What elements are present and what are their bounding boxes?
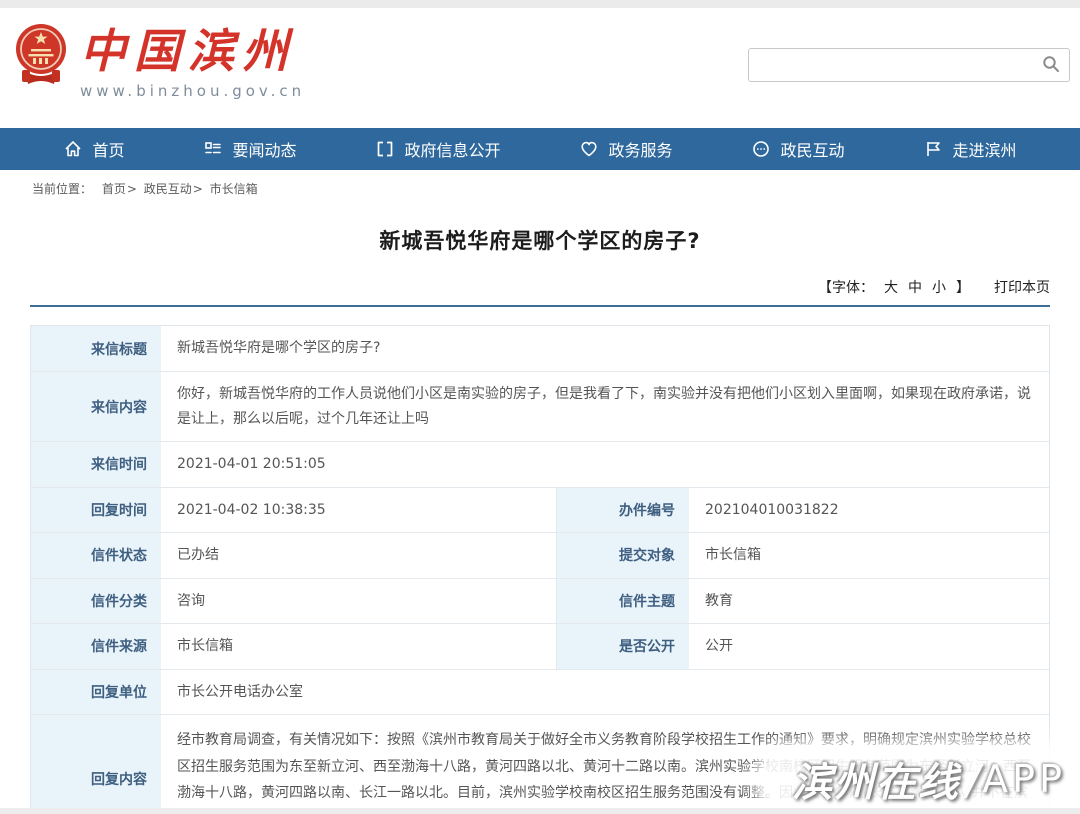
table-row-letter-content: 来信内容 你好，新城吾悦华府的工作人员说他们小区是南实验的房子，但是我看了下，南… (31, 372, 1049, 442)
search-input[interactable] (749, 49, 1033, 81)
breadcrumb: 当前位置： 首页> 政民互动> 市长信箱 (30, 170, 1050, 203)
nav-item-label: 政民互动 (780, 137, 844, 161)
breadcrumb-mayor-mailbox[interactable]: 市长信箱 (210, 182, 258, 196)
search-box (748, 48, 1070, 82)
info-book-icon (375, 139, 395, 159)
table-row-letter-time: 来信时间 2021-04-01 20:51:05 (31, 442, 1049, 488)
nav-item-label: 政府信息公开 (404, 137, 500, 161)
case-number-label: 办件编号 (556, 488, 689, 533)
letter-title-value: 新城吾悦华府是哪个学区的房子? (161, 326, 1049, 371)
binzhou-online-app-watermark: 滨州在线 / APP (762, 750, 1080, 808)
letter-source-value: 市长信箱 (161, 624, 556, 669)
letter-status-value: 已办结 (161, 533, 556, 578)
search-button[interactable] (1033, 49, 1069, 81)
site-url: www.binzhou.gov.cn (80, 82, 305, 100)
national-emblem-icon (12, 22, 70, 92)
font-bracket-open: 【字体： (818, 277, 874, 297)
letter-subject-label: 信件主题 (556, 579, 689, 624)
site-name: 中国滨州 (80, 22, 305, 80)
font-size-medium-button[interactable]: 中 (908, 277, 922, 297)
nav-item-label: 走进滨州 (952, 137, 1016, 161)
watermark-slash: / (966, 755, 980, 804)
font-controls: 【字体： 大 中 小 】 打印本页 (30, 277, 1050, 307)
letter-title-label: 来信标题 (31, 326, 161, 371)
page: 中国滨州 www.binzhou.gov.cn (0, 0, 1080, 814)
case-number-value: 202104010031822 (689, 488, 1049, 533)
breadcrumb-separator: > (127, 182, 137, 196)
is-public-value: 公开 (689, 624, 1049, 669)
logo-text: 中国滨州 www.binzhou.gov.cn (80, 22, 305, 100)
watermark-app-text: APP (982, 757, 1066, 801)
nav-item-label: 政务服务 (608, 137, 672, 161)
table-row-reply-time: 回复时间 2021-04-02 10:38:35 办件编号 2021040100… (31, 488, 1049, 534)
print-page-button[interactable]: 打印本页 (994, 277, 1050, 297)
table-row-reply-unit: 回复单位 市长公开电话办公室 (31, 670, 1049, 716)
letter-status-label: 信件状态 (31, 533, 161, 578)
font-size-large-button[interactable]: 大 (884, 277, 898, 297)
table-row-status: 信件状态 已办结 提交对象 市长信箱 (31, 533, 1049, 579)
nav-item-info-disclosure[interactable]: 政府信息公开 (365, 128, 510, 170)
page-title: 新城吾悦华府是哪个学区的房子? (30, 225, 1050, 255)
breadcrumb-prefix: 当前位置： (32, 182, 92, 196)
letter-source-label: 信件来源 (31, 624, 161, 669)
news-list-icon (203, 139, 223, 159)
main-nav: 首页 要闻动态 政府信息公开 (0, 128, 1080, 170)
letter-content-value: 你好，新城吾悦华府的工作人员说他们小区是南实验的房子，但是我看了下，南实验并没有… (161, 372, 1049, 441)
submit-target-label: 提交对象 (556, 533, 689, 578)
letter-time-value: 2021-04-01 20:51:05 (161, 442, 1049, 487)
watermark-chinese-text: 滨州在线 (792, 750, 960, 808)
reply-time-value: 2021-04-02 10:38:35 (161, 488, 556, 533)
letter-time-label: 来信时间 (31, 442, 161, 487)
heart-icon (579, 139, 599, 159)
is-public-label: 是否公开 (556, 624, 689, 669)
letter-subject-value: 教育 (689, 579, 1049, 624)
home-icon (63, 139, 83, 159)
letter-detail-table: 来信标题 新城吾悦华府是哪个学区的房子? 来信内容 你好，新城吾悦华府的工作人员… (30, 325, 1050, 814)
reply-time-label: 回复时间 (31, 488, 161, 533)
reply-unit-label: 回复单位 (31, 670, 161, 715)
site-header: 中国滨州 www.binzhou.gov.cn (0, 8, 1080, 128)
reply-unit-value: 市长公开电话办公室 (161, 670, 1049, 715)
nav-item-services[interactable]: 政务服务 (569, 128, 682, 170)
nav-item-news[interactable]: 要闻动态 (193, 128, 306, 170)
letter-category-value: 咨询 (161, 579, 556, 624)
nav-item-interaction[interactable]: 政民互动 (741, 128, 854, 170)
content-area: 当前位置： 首页> 政民互动> 市长信箱 新城吾悦华府是哪个学区的房子? 【字体… (0, 170, 1080, 814)
nav-item-home[interactable]: 首页 (53, 128, 134, 170)
table-row-source: 信件来源 市长信箱 是否公开 公开 (31, 624, 1049, 670)
breadcrumb-separator: > (193, 182, 203, 196)
breadcrumb-interaction[interactable]: 政民互动 (144, 182, 192, 196)
site-logo[interactable]: 中国滨州 www.binzhou.gov.cn (12, 22, 305, 100)
letter-category-label: 信件分类 (31, 579, 161, 624)
table-row-letter-title: 来信标题 新城吾悦华府是哪个学区的房子? (31, 326, 1049, 372)
nav-item-about-binzhou[interactable]: 走进滨州 (913, 128, 1026, 170)
table-row-category: 信件分类 咨询 信件主题 教育 (31, 579, 1049, 625)
top-strip (0, 0, 1080, 8)
font-size-small-button[interactable]: 小 (932, 277, 946, 297)
flag-icon (923, 139, 943, 159)
bottom-strip (0, 808, 1080, 814)
submit-target-value: 市长信箱 (689, 533, 1049, 578)
nav-item-label: 要闻动态 (232, 137, 296, 161)
reply-content-label: 回复内容 (31, 715, 161, 814)
search-icon (1041, 54, 1061, 77)
chat-face-icon (751, 139, 771, 159)
letter-content-label: 来信内容 (31, 372, 161, 441)
font-bracket-close: 】 (956, 277, 970, 297)
nav-item-label: 首页 (92, 137, 124, 161)
breadcrumb-home[interactable]: 首页 (102, 182, 126, 196)
